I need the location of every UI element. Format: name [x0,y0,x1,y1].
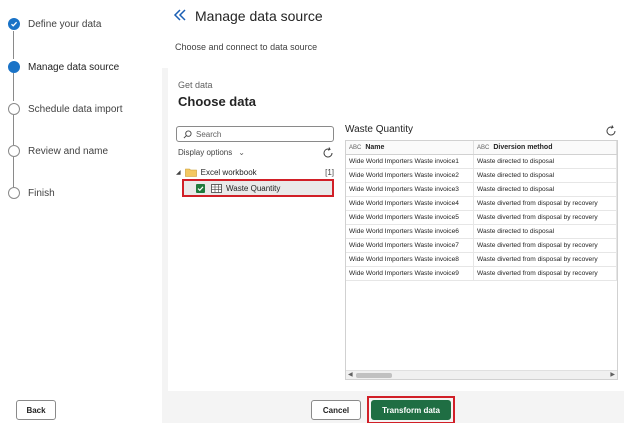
table-cell: Wide World Importers Waste invoice8 [346,253,474,266]
step-review-and-name[interactable]: Review and name [8,145,108,157]
scroll-left-arrow-icon[interactable]: ◀ [348,371,353,378]
refresh-icon[interactable] [322,146,334,158]
pending-step-dot-icon [8,187,20,199]
step-schedule-data-import[interactable]: Schedule data import [8,103,123,115]
scrollbar-thumb[interactable] [356,373,392,378]
tree-item-label: Waste Quantity [226,183,281,193]
table-header-row: ABC Name ABC Diversion method [346,141,617,155]
table-cell: Waste diverted from disposal by recovery [474,197,617,210]
table-cell: Wide World Importers Waste invoice3 [346,183,474,196]
search-placeholder: Search [196,129,222,139]
page-title: Manage data source [195,8,323,24]
text-type-icon: ABC [477,144,490,151]
column-header-label: Diversion method [493,144,553,151]
column-header-label: Name [365,144,385,151]
text-type-icon: ABC [349,144,362,151]
table-row: Wide World Importers Waste invoice3 Wast… [346,183,617,197]
step-manage-data-source[interactable]: Manage data source [8,61,119,73]
tree-item-waste-quantity[interactable]: Waste Quantity [182,179,334,197]
table-row: Wide World Importers Waste invoice9 Wast… [346,267,617,281]
table-row: Wide World Importers Waste invoice6 Wast… [346,225,617,239]
check-icon [8,18,20,30]
chevron-down-icon: ⌄ [238,148,245,157]
column-header-diversion-method[interactable]: ABC Diversion method [474,141,617,154]
table-cell: Wide World Importers Waste invoice1 [346,155,474,168]
preview-title: Waste Quantity [345,124,413,135]
search-input[interactable]: Search [176,126,334,142]
step-label: Define your data [28,18,102,30]
pending-step-dot-icon [8,145,20,157]
wizard-stepper: Define your data Manage data source Sche… [0,0,162,423]
section-heading: Choose data [178,94,257,109]
search-icon [183,129,192,138]
section-caption: Get data [178,80,213,90]
current-step-dot-icon [8,61,20,73]
table-cell: Waste directed to disposal [474,183,617,196]
table-cell: Wide World Importers Waste invoice4 [346,197,474,210]
table-row: Wide World Importers Waste invoice2 Wast… [346,169,617,183]
choose-data-card: Get data Choose data Search Display opti… [168,68,624,391]
table-cell: Wide World Importers Waste invoice7 [346,239,474,252]
preview-table: ABC Name ABC Diversion method Wide World… [345,140,618,380]
stepper-line [13,157,14,187]
table-cell: Wide World Importers Waste invoice2 [346,169,474,182]
cancel-button[interactable]: Cancel [311,400,361,420]
table-row: Wide World Importers Waste invoice4 Wast… [346,197,617,211]
double-chevron-left-icon[interactable] [172,7,188,23]
display-options-label: Display options [178,148,233,157]
horizontal-scrollbar[interactable]: ◀ ▶ [346,370,617,379]
folder-count: [1] [325,167,334,177]
table-cell: Waste diverted from disposal by recovery [474,239,617,252]
step-finish[interactable]: Finish [8,187,55,199]
stepper-line [13,31,14,59]
column-header-name[interactable]: ABC Name [346,141,474,154]
table-icon [211,183,222,193]
step-label: Manage data source [28,61,120,73]
stepper-line [13,73,14,101]
display-options-dropdown[interactable]: Display options ⌄ [178,148,245,157]
main-panel: Manage data source Choose and connect to… [162,0,624,423]
table-cell: Wide World Importers Waste invoice5 [346,211,474,224]
transform-data-button[interactable]: Transform data [371,400,451,420]
table-cell: Waste diverted from disposal by recovery [474,253,617,266]
table-row: Wide World Importers Waste invoice7 Wast… [346,239,617,253]
table-cell: Wide World Importers Waste invoice6 [346,225,474,238]
table-row: Wide World Importers Waste invoice5 Wast… [346,211,617,225]
table-row: Wide World Importers Waste invoice1 Wast… [346,155,617,169]
checkbox-checked-icon[interactable] [196,183,205,193]
table-cell: Waste diverted from disposal by recovery [474,267,617,280]
folder-icon [184,168,197,177]
page-header: Manage data source Choose and connect to… [162,0,624,68]
folder-label: Excel workbook [200,167,257,177]
tree-folder-excel-workbook[interactable]: ◢ Excel workbook [1] [176,165,334,179]
stepper-line [13,115,14,145]
table-cell: Waste directed to disposal [474,155,617,168]
step-label: Review and name [28,145,109,157]
expand-triangle-icon[interactable]: ◢ [176,169,181,176]
step-label: Schedule data import [28,103,123,115]
pending-step-dot-icon [8,103,20,115]
step-define-your-data[interactable]: Define your data [8,18,101,30]
back-button[interactable]: Back [16,400,56,420]
page-subtitle: Choose and connect to data source [175,42,318,52]
table-cell: Waste diverted from disposal by recovery [474,211,617,224]
step-label: Finish [28,187,55,199]
table-cell: Waste directed to disposal [474,169,617,182]
table-cell: Waste directed to disposal [474,225,617,238]
scroll-right-arrow-icon[interactable]: ▶ [610,371,615,378]
refresh-icon[interactable] [605,124,617,136]
table-row: Wide World Importers Waste invoice8 Wast… [346,253,617,267]
table-cell: Wide World Importers Waste invoice9 [346,267,474,280]
